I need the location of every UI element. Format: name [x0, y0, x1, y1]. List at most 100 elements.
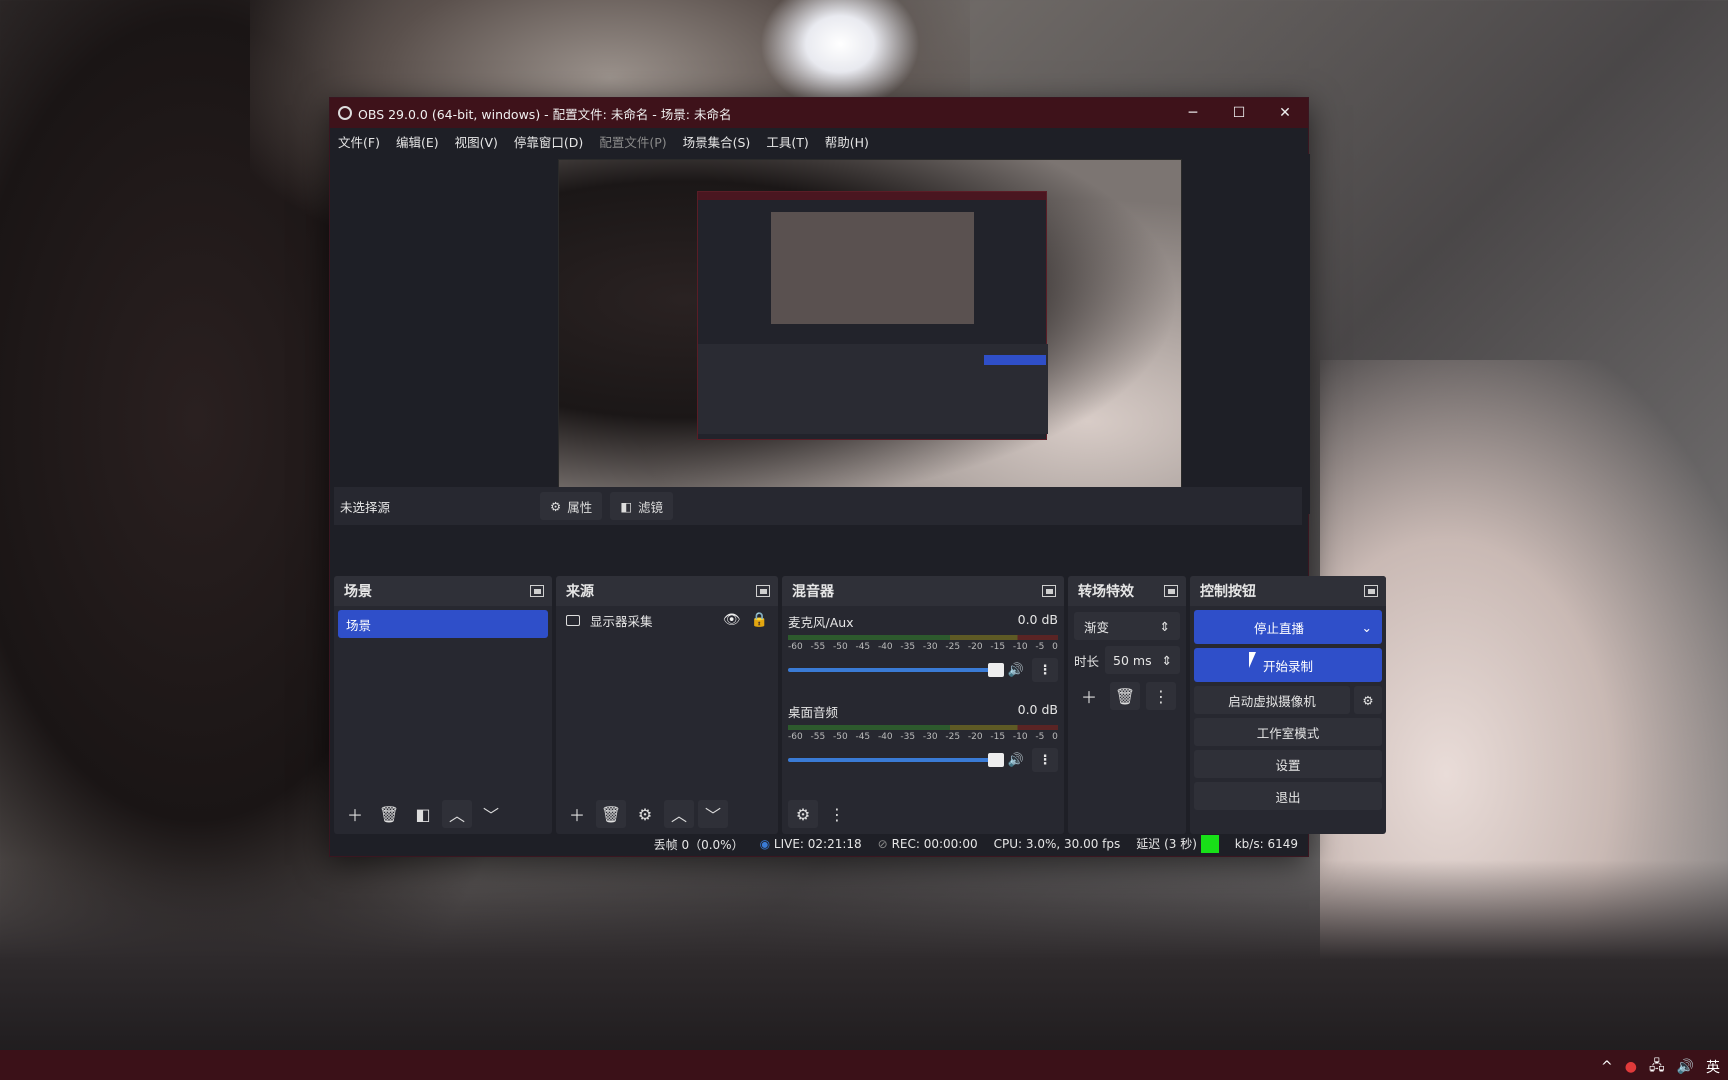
start-record-button[interactable]: 开始录制 — [1194, 648, 1382, 682]
chevron-down-icon[interactable]: ⌄ — [1362, 620, 1372, 635]
stop-stream-button[interactable]: 停止直播 ⌄ — [1194, 610, 1382, 644]
status-bar: 丢帧 0（0.0%） ◉ LIVE: 02:21:18 ⊘ REC: 00:00… — [330, 832, 1310, 856]
tick: 0 — [1052, 732, 1058, 742]
scene-filters-button[interactable]: ◧ — [408, 800, 438, 828]
chevron-up-icon[interactable]: ^ — [1601, 1059, 1613, 1075]
updown-icon[interactable]: ⇕ — [1162, 653, 1172, 668]
advanced-audio-button[interactable]: ⚙ — [788, 800, 818, 828]
source-properties-button[interactable]: ⚙ — [630, 800, 660, 828]
undock-icon[interactable] — [530, 585, 544, 597]
volume-slider[interactable] — [788, 663, 1004, 677]
menu-profile[interactable]: 配置文件(P) — [599, 132, 666, 151]
rec-status: ⊘ REC: 00:00:00 — [878, 837, 978, 851]
menu-help[interactable]: 帮助(H) — [825, 132, 869, 151]
tick: -55 — [810, 642, 826, 652]
sources-dock: 来源 显示器采集 👁 🔒 ＋ 🗑 ⚙ ︿ ﹀ — [556, 576, 778, 834]
tick: -35 — [900, 732, 916, 742]
sources-toolbar: ＋ 🗑 ⚙ ︿ ﹀ — [556, 794, 778, 834]
lock-icon[interactable]: 🔒 — [751, 612, 768, 628]
volume-slider[interactable] — [788, 753, 1004, 767]
channel-menu-button[interactable]: ⋮ — [1032, 658, 1058, 682]
menu-file[interactable]: 文件(F) — [338, 132, 380, 151]
rec-icon: ⊘ — [877, 837, 888, 851]
volume-icon[interactable]: 🔊 — [1677, 1059, 1694, 1075]
transitions-header: 转场特效 — [1068, 576, 1186, 606]
minimize-button[interactable]: ─ — [1170, 98, 1216, 128]
delay-status: 延迟 (3 秒) — [1136, 835, 1219, 854]
studio-mode-button[interactable]: 工作室模式 — [1194, 718, 1382, 746]
mixer-menu-button[interactable]: ⋮ — [822, 800, 852, 828]
menu-tools[interactable]: 工具(T) — [766, 132, 808, 151]
settings-button[interactable]: 设置 — [1194, 750, 1382, 778]
network-icon[interactable]: 🖧 — [1649, 1055, 1665, 1079]
menu-view[interactable]: 视图(V) — [455, 132, 498, 151]
title-bar[interactable]: OBS 29.0.0 (64-bit, windows) - 配置文件: 未命名… — [330, 98, 1308, 128]
duration-spinbox[interactable]: 50 ms ⇕ — [1105, 646, 1180, 674]
scene-item[interactable]: 场景 — [338, 610, 548, 638]
menu-docks[interactable]: 停靠窗口(D) — [514, 132, 583, 151]
eye-icon[interactable]: 👁 — [723, 612, 741, 628]
channel-name: 麦克风/Aux — [788, 615, 854, 630]
move-source-down-button[interactable]: ﹀ — [698, 800, 728, 828]
speaker-icon[interactable]: 🔊 — [1008, 753, 1024, 768]
properties-button[interactable]: ⚙ 属性 — [540, 492, 603, 520]
channel-menu-button[interactable]: ⋮ — [1032, 748, 1058, 772]
maximize-button[interactable]: ☐ — [1216, 98, 1262, 128]
undock-icon[interactable] — [1042, 585, 1056, 597]
remove-scene-button[interactable]: 🗑 — [374, 800, 404, 828]
obs-logo-icon — [338, 106, 352, 120]
tick: -15 — [990, 732, 1006, 742]
virtual-cam-button[interactable]: 启动虚拟摄像机 — [1194, 686, 1350, 714]
add-scene-button[interactable]: ＋ — [340, 800, 370, 828]
filters-button[interactable]: ◧ 滤镜 — [610, 492, 674, 520]
tick: -10 — [1012, 642, 1028, 652]
add-source-button[interactable]: ＋ — [562, 800, 592, 828]
remove-source-button[interactable]: 🗑 — [596, 800, 626, 828]
filters-label: 滤镜 — [638, 499, 664, 515]
transitions-title: 转场特效 — [1078, 584, 1134, 600]
volume-slider-handle[interactable] — [987, 663, 1004, 677]
volume-slider-handle[interactable] — [987, 753, 1004, 767]
app-tray-icon[interactable]: ● — [1625, 1059, 1637, 1075]
tick: -35 — [900, 642, 916, 652]
controls-dock: 控制按钮 停止直播 ⌄ 开始录制 启动虚拟摄像机 ⚙ 工作室模式 设置 退出 — [1190, 576, 1386, 834]
remove-transition-button[interactable]: 🗑 — [1110, 682, 1140, 710]
tick: -55 — [810, 732, 826, 742]
tick: 0 — [1052, 642, 1058, 652]
mixer-header: 混音器 — [782, 576, 1064, 606]
ime-indicator[interactable]: 英 — [1706, 1057, 1720, 1077]
undock-icon[interactable] — [756, 585, 770, 597]
speaker-icon[interactable]: 🔊 — [1008, 663, 1024, 678]
tick: -5 — [1035, 642, 1045, 652]
menu-scene-collection[interactable]: 场景集合(S) — [683, 132, 751, 151]
move-source-up-button[interactable]: ︿ — [664, 800, 694, 828]
mouse-cursor — [1249, 652, 1256, 668]
move-scene-up-button[interactable]: ︿ — [442, 800, 472, 828]
undock-icon[interactable] — [1364, 585, 1378, 597]
tick: -10 — [1012, 732, 1028, 742]
plus-icon: ＋ — [1080, 688, 1097, 707]
menu-edit[interactable]: 编辑(E) — [396, 132, 439, 151]
add-transition-button[interactable]: ＋ — [1074, 682, 1104, 710]
virtual-cam-settings-button[interactable]: ⚙ — [1354, 686, 1382, 714]
delay-label: 延迟 (3 秒) — [1136, 836, 1197, 851]
undock-icon[interactable] — [1164, 585, 1178, 597]
controls-title: 控制按钮 — [1200, 584, 1256, 600]
more-icon: ⋮ — [1153, 686, 1169, 706]
move-scene-down-button[interactable]: ﹀ — [476, 800, 506, 828]
gear-icon: ⚙ — [637, 804, 653, 824]
source-item[interactable]: 显示器采集 👁 🔒 — [556, 606, 778, 634]
chevron-down-icon: ﹀ — [482, 806, 499, 825]
trash-icon: 🗑 — [1114, 686, 1136, 706]
transition-select[interactable]: 渐变 ⇕ — [1074, 612, 1180, 640]
transition-menu-button[interactable]: ⋮ — [1146, 682, 1176, 710]
close-button[interactable]: ✕ — [1262, 98, 1308, 128]
no-source-label: 未选择源 — [340, 499, 391, 515]
duration-row: 时长 50 ms ⇕ — [1074, 646, 1180, 674]
tick: -50 — [832, 642, 848, 652]
plus-icon: ＋ — [568, 806, 585, 825]
exit-button[interactable]: 退出 — [1194, 782, 1382, 810]
taskbar: ^ ● 🖧 🔊 英 — [0, 1050, 1728, 1080]
preview-canvas[interactable] — [558, 159, 1182, 510]
mixer-dock: 混音器 麦克风/Aux 0.0 dB -60 -55 -50 -45 -40 -35 -30… — [782, 576, 1064, 834]
